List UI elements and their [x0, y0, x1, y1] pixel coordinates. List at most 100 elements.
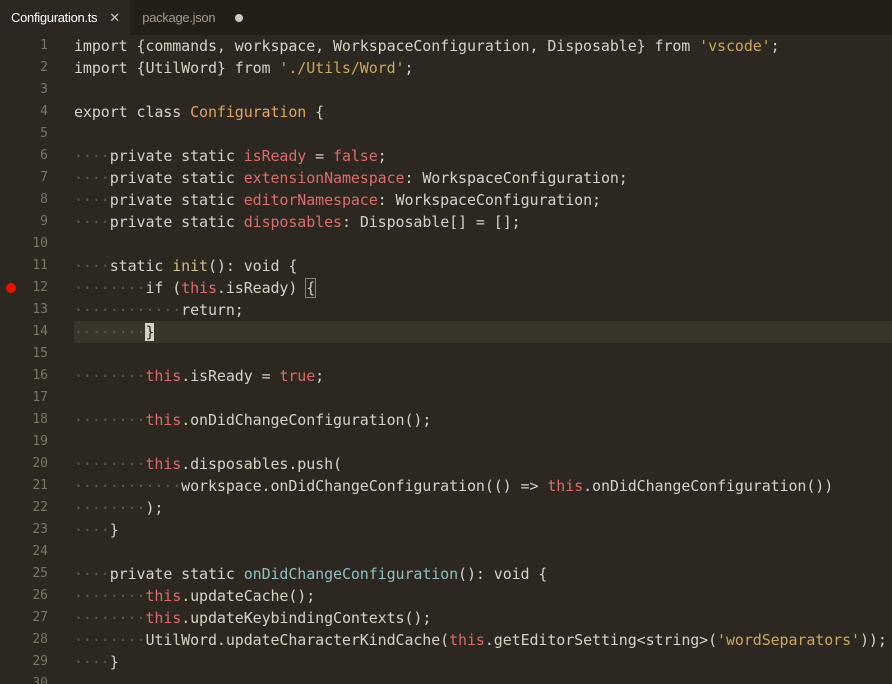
code-line[interactable]: 20 ········this.disposables.push(: [0, 453, 892, 475]
code-line[interactable]: 18 ········this.onDidChangeConfiguration(…: [0, 409, 892, 431]
code-line[interactable]: 22 ········);: [0, 497, 892, 519]
code-line[interactable]: 14 ········}: [0, 321, 892, 343]
line-number: 25: [32, 566, 48, 581]
code-token: .disposables.push(: [181, 455, 342, 473]
code-text: ········this.onDidChangeConfiguration();: [74, 409, 431, 431]
code-text: ············return;: [74, 299, 244, 321]
tab-package-json[interactable]: package.json: [130, 0, 259, 35]
code-text: ········this.updateKeybindingContexts();: [74, 607, 431, 629]
code-line[interactable]: 27 ········this.updateKeybindingContexts(…: [0, 607, 892, 629]
editor-window: Configuration.ts ✕ package.json 1 import …: [0, 0, 892, 684]
code-line[interactable]: 7 ····private static extensionNamespace: …: [0, 167, 892, 189]
line-number: 1: [40, 38, 48, 53]
tab-configuration-ts[interactable]: Configuration.ts ✕: [0, 0, 131, 35]
line-number: 9: [40, 214, 48, 229]
code-token: ));: [859, 631, 887, 649]
code-line[interactable]: 15: [0, 343, 892, 365]
code-token: from: [654, 37, 700, 55]
code-text: ····private static editorNamespace: Work…: [74, 189, 601, 211]
code-line[interactable]: 26 ········this.updateCache();: [0, 585, 892, 607]
code-editor[interactable]: 1 import {commands, workspace, WorkspaceC…: [0, 35, 892, 684]
line-number: 12: [32, 280, 48, 295]
code-line[interactable]: 25 ····private static onDidChangeConfigur…: [0, 563, 892, 585]
code-line[interactable]: 17: [0, 387, 892, 409]
code-token: (): void {: [458, 565, 548, 583]
code-text: ········this.isReady = true;: [74, 365, 324, 387]
whitespace-marker: ····: [74, 521, 110, 539]
whitespace-marker: ········: [74, 367, 146, 385]
code-token: .updateKeybindingContexts();: [181, 609, 432, 627]
code-token: import: [74, 37, 137, 55]
whitespace-marker: ········: [74, 279, 146, 297]
code-token: import: [74, 59, 137, 77]
code-line[interactable]: 3: [0, 79, 892, 101]
code-token: init: [172, 257, 208, 275]
line-number: 27: [32, 610, 48, 625]
code-token: disposables: [243, 213, 342, 231]
code-line[interactable]: 24: [0, 541, 892, 563]
code-token: 'wordSeparators': [717, 631, 860, 649]
code-token: isReady: [243, 147, 307, 165]
code-text: ············workspace.onDidChangeConfigu…: [74, 475, 833, 497]
code-line[interactable]: 29 ····}: [0, 651, 892, 673]
code-text: ····private static onDidChangeConfigurat…: [74, 563, 547, 585]
code-text: ····private static isReady = false;: [74, 145, 387, 167]
code-token: Configuration: [190, 103, 307, 121]
whitespace-marker: ········: [74, 631, 146, 649]
current-line-highlight: [74, 321, 892, 343]
tab-label: Configuration.ts: [11, 10, 98, 25]
code-token: 'vscode': [699, 37, 771, 55]
unsaved-dot-icon[interactable]: [235, 13, 244, 22]
code-token: (): void {: [207, 257, 298, 275]
code-token: {: [306, 103, 325, 121]
code-line[interactable]: 2 import {UtilWord} from './Utils/Word';: [0, 57, 892, 79]
code-line[interactable]: 10: [0, 233, 892, 255]
code-line[interactable]: 4 export class Configuration {: [0, 101, 892, 123]
code-token: private static: [109, 213, 244, 231]
code-token: {: [305, 278, 317, 298]
code-token: ;: [770, 37, 780, 55]
line-number: 28: [32, 632, 48, 647]
code-text: ····}: [74, 651, 119, 673]
code-token: if: [145, 279, 173, 297]
code-line[interactable]: 19: [0, 431, 892, 453]
whitespace-marker: ····: [74, 565, 110, 583]
code-token: {UtilWord}: [136, 59, 235, 77]
whitespace-marker: ········: [74, 587, 146, 605]
line-number: 20: [32, 456, 48, 471]
whitespace-marker: ····: [74, 257, 110, 275]
code-line[interactable]: 1 import {commands, workspace, WorkspaceC…: [0, 35, 892, 57]
code-line[interactable]: 21 ············workspace.onDidChangeConfi…: [0, 475, 892, 497]
code-token: ;: [377, 147, 387, 165]
whitespace-marker: ············: [74, 477, 182, 495]
close-icon[interactable]: ✕: [109, 10, 120, 26]
code-line[interactable]: 30: [0, 673, 892, 684]
line-number: 4: [40, 104, 48, 119]
tab-label: package.json: [142, 10, 216, 25]
code-line[interactable]: 5: [0, 123, 892, 145]
whitespace-marker: ····: [74, 169, 110, 187]
tab-bar: Configuration.ts ✕ package.json: [0, 0, 892, 35]
code-token: false: [333, 147, 378, 165]
code-line[interactable]: 6 ····private static isReady = false;: [0, 145, 892, 167]
line-number: 29: [32, 654, 48, 669]
line-number: 16: [32, 368, 48, 383]
code-line[interactable]: 16 ········this.isReady = true;: [0, 365, 892, 387]
code-line[interactable]: 12 ········if (this.isReady) {: [0, 277, 892, 299]
code-line[interactable]: 28 ········UtilWord.updateCharacterKindCa…: [0, 629, 892, 651]
code-token: this: [145, 411, 182, 429]
code-line[interactable]: 13 ············return;: [0, 299, 892, 321]
code-line[interactable]: 9 ····private static disposables: Disposa…: [0, 211, 892, 233]
code-token: .updateCache();: [181, 587, 316, 605]
code-token: }: [109, 653, 119, 671]
whitespace-marker: ····: [74, 213, 110, 231]
line-number: 18: [32, 412, 48, 427]
code-line[interactable]: 23 ····}: [0, 519, 892, 541]
code-line[interactable]: 8 ····private static editorNamespace: Wor…: [0, 189, 892, 211]
code-line[interactable]: 11 ····static init(): void {: [0, 255, 892, 277]
whitespace-marker: ····: [74, 191, 110, 209]
code-token: static: [109, 257, 173, 275]
line-number: 14: [32, 324, 48, 339]
code-token: true: [279, 367, 316, 385]
line-number: 6: [40, 148, 48, 163]
